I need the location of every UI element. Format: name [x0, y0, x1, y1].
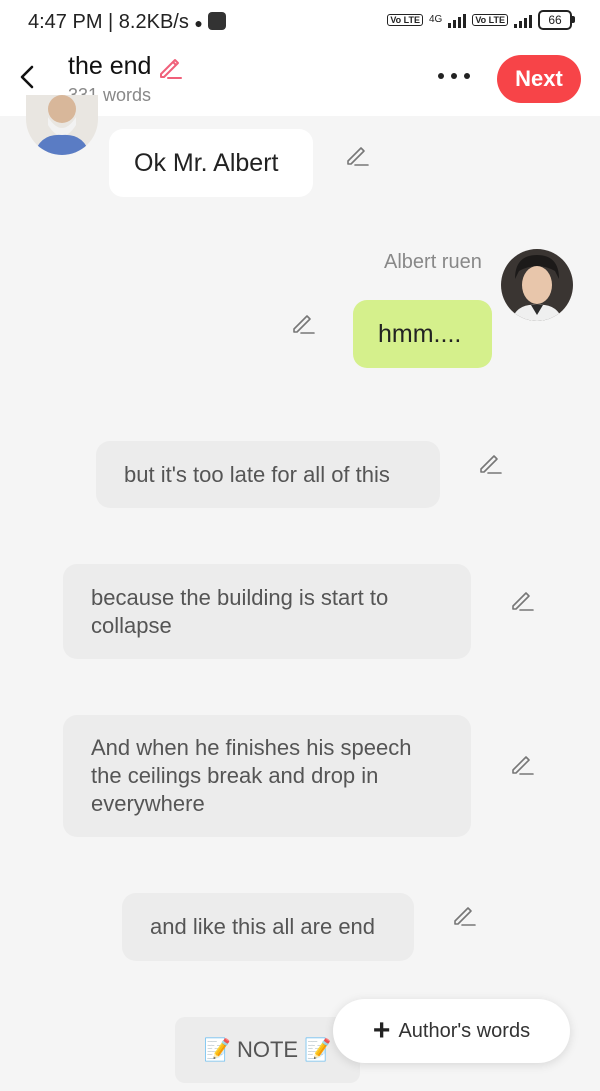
message-text: hmm.... — [378, 319, 462, 348]
chat-bubble-icon: ● — [194, 15, 203, 31]
battery-icon: 66 — [538, 10, 575, 30]
edit-title-pencil-icon[interactable] — [157, 54, 183, 80]
narration-bubble[interactable]: but it's too late for all of this — [96, 441, 440, 508]
character-avatar-albert[interactable] — [501, 249, 573, 321]
more-options-icon[interactable] — [436, 68, 472, 84]
app-notification-icon — [208, 12, 227, 30]
signal-icon — [448, 12, 467, 28]
narration-text: And when he finishes his speech the ceil… — [91, 735, 412, 816]
speaker-name: Albert ruen — [384, 251, 482, 273]
status-time: 4:47 PM | 8.2KB/s ● — [28, 11, 227, 34]
clock-text: 4:47 PM — [28, 11, 103, 33]
memo-icon: 📝 — [304, 1037, 332, 1062]
edit-pencil-icon[interactable] — [291, 311, 315, 335]
message-bubble-own[interactable]: hmm.... — [353, 300, 492, 368]
memo-icon: 📝 — [203, 1037, 231, 1062]
narration-text: and like this all are end — [150, 914, 376, 939]
edit-pencil-icon[interactable] — [478, 451, 502, 475]
authors-words-label: Author's words — [398, 1019, 531, 1042]
edit-pencil-icon[interactable] — [510, 588, 534, 612]
old-man-portrait-icon — [26, 95, 98, 155]
edit-pencil-icon[interactable] — [510, 752, 534, 776]
volte-icon: Vo LTE — [387, 14, 423, 26]
network-type: 4G — [428, 14, 443, 25]
note-label: NOTE — [236, 1037, 299, 1062]
young-man-portrait-icon — [501, 249, 573, 321]
message-text: Ok Mr. Albert — [134, 148, 279, 177]
signal-icon-2 — [514, 12, 532, 28]
narration-bubble[interactable]: And when he finishes his speech the ceil… — [63, 715, 471, 837]
edit-pencil-icon[interactable] — [452, 903, 476, 927]
page-title: the end — [68, 52, 152, 80]
volte-icon-2: Vo LTE — [472, 14, 508, 26]
status-indicators: Vo LTE 4G Vo LTE 66 — [387, 10, 575, 30]
edit-pencil-icon[interactable] — [345, 143, 369, 167]
status-bar: 4:47 PM | 8.2KB/s ● Vo LTE 4G Vo LTE 66 — [0, 0, 600, 46]
message-bubble[interactable]: Ok Mr. Albert — [109, 129, 313, 197]
back-arrow-icon[interactable] — [18, 64, 38, 90]
plus-icon: + — [372, 1014, 391, 1047]
narration-bubble[interactable]: because the building is start to collaps… — [63, 564, 471, 659]
next-button[interactable]: Next — [497, 55, 581, 103]
network-speed: 8.2KB/s — [118, 11, 189, 33]
authors-words-button[interactable]: + Author's words — [333, 999, 570, 1063]
narration-bubble[interactable]: and like this all are end — [122, 893, 414, 961]
narration-text: but it's too late for all of this — [124, 461, 390, 487]
narration-text: because the building is start to collaps… — [91, 584, 389, 638]
character-avatar-old-man[interactable] — [26, 95, 98, 155]
